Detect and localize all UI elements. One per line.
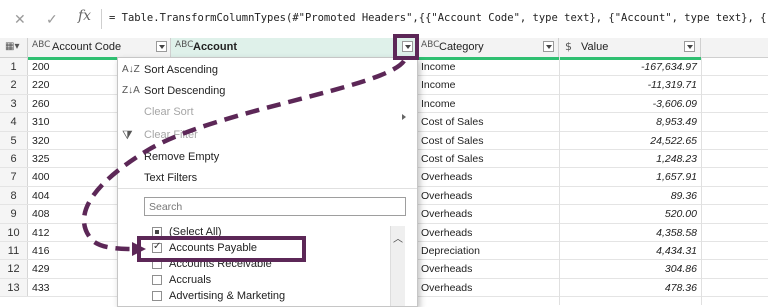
dashed-arrow-path bbox=[81, 59, 406, 252]
annotation-arrow bbox=[81, 59, 406, 256]
arrow-head bbox=[132, 242, 146, 256]
